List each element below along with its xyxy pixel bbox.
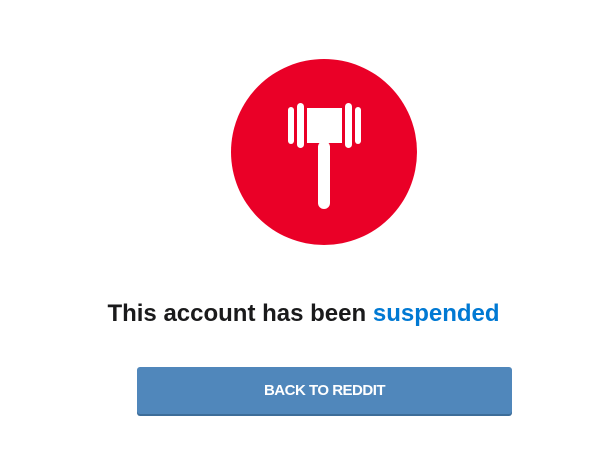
suspended-highlight: suspended [372, 300, 500, 327]
suspension-badge [231, 59, 417, 245]
suspension-message: This account has been suspended [0, 296, 607, 332]
back-to-reddit-button[interactable]: BACK TO REDDIT [137, 367, 512, 414]
message-text: This account has been [107, 300, 367, 327]
suspended-page: This account has been suspended BACK TO … [0, 0, 607, 455]
gavel-icon [288, 103, 361, 209]
